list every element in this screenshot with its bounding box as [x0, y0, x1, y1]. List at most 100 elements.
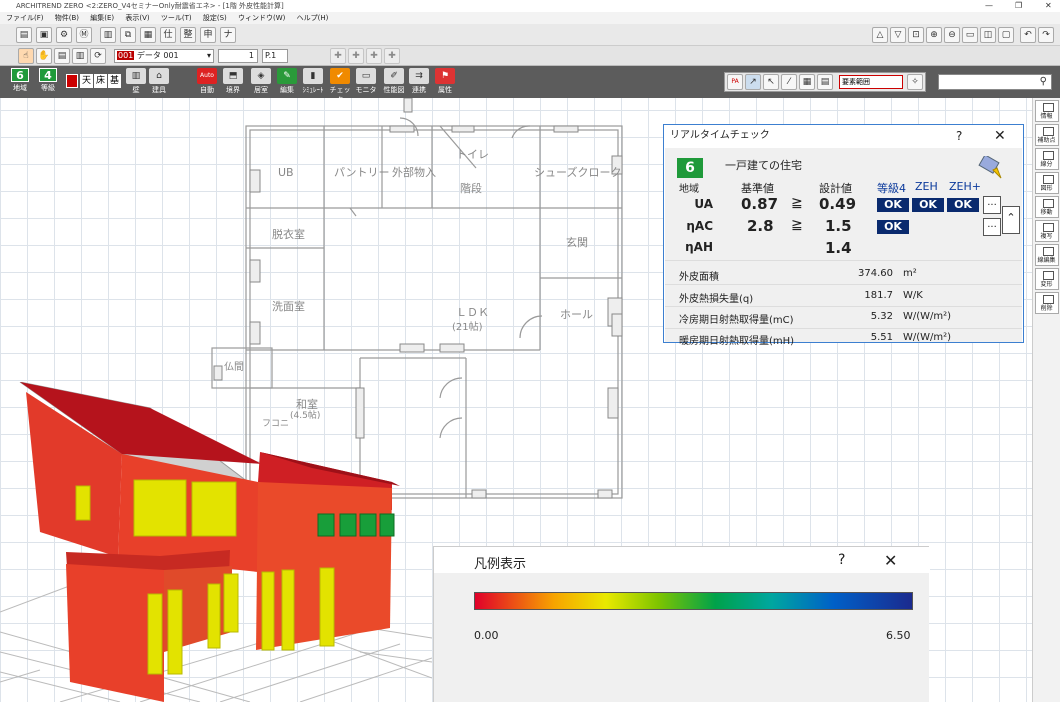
select-arrow-icon[interactable]: ↗ [745, 74, 761, 90]
room-button[interactable]: ◈ 居室 [250, 66, 272, 98]
pack-icon[interactable]: PA [727, 74, 743, 90]
sidebar-line-edit[interactable]: 線編集 [1034, 244, 1059, 266]
close-window-icon[interactable]: ✕ [1045, 0, 1052, 12]
print-icon[interactable]: ▥ [100, 27, 116, 43]
region-button[interactable]: 6 地域 [8, 66, 32, 98]
hand-icon[interactable]: ✋ [36, 48, 52, 64]
page-select[interactable]: P.1 [262, 49, 288, 63]
room-icon: ◈ [251, 68, 271, 84]
redo-icon[interactable]: ↷ [1038, 27, 1054, 43]
wall-button[interactable]: ▥ 壁 [126, 66, 146, 98]
layer2-icon[interactable]: ▥ [72, 48, 88, 64]
menu-tools[interactable]: ツール(T) [161, 14, 192, 22]
monitor-icon: ▭ [356, 68, 376, 84]
close-icon[interactable]: ✕ [994, 125, 1006, 147]
detail-heating-value: 5.51 [870, 332, 893, 343]
minimize-icon[interactable]: — [985, 0, 993, 12]
row-eta-ah-design: 1.4 [825, 239, 852, 257]
foundation-button[interactable]: 基 [108, 74, 121, 88]
edit-button[interactable]: ✎ 編集 [276, 66, 298, 98]
diagram-icon: ✐ [384, 68, 404, 84]
zoom-in-icon[interactable]: ⊕ [926, 27, 942, 43]
search-input[interactable]: ⚲ [938, 74, 1052, 90]
menu-window[interactable]: ウィンドウ(W) [238, 14, 285, 22]
cursor-icon[interactable]: ↖ [763, 74, 779, 90]
floor-button[interactable]: 床 [94, 74, 107, 88]
sidebar-delete[interactable]: 削除 [1034, 292, 1059, 314]
flag-icon[interactable] [66, 74, 78, 88]
zoom-window-icon[interactable]: ⊡ [908, 27, 924, 43]
check-button[interactable]: ✔チェック [328, 66, 352, 104]
window-title: ARCHITREND ZERO <2:ZERO_V4セミナーOnly耐震省エネ>… [16, 2, 284, 10]
paste-icon[interactable]: ▦ [140, 27, 156, 43]
sidebar-info[interactable]: 情報 [1034, 100, 1059, 122]
layer-icon[interactable]: ▤ [54, 48, 70, 64]
menu-file[interactable]: ファイル(F) [6, 14, 44, 22]
row-eta-ac-standard: 2.8 [747, 217, 774, 235]
command-toolbar: 6 地域 4 等級 天 床 基 ▥ 壁 ⌂ 建具 Auto 自動 ⬒ 境界 ◈ 居室 ✎ 編… [0, 66, 1060, 104]
pointer-icon[interactable]: ☝ [18, 48, 34, 64]
eta-ac-detail-button[interactable]: ... [983, 218, 1001, 236]
application-icon[interactable]: 申 [200, 27, 216, 43]
undo-icon[interactable]: ↶ [1020, 27, 1036, 43]
boundary-button[interactable]: ⬒ 境界 [222, 66, 244, 98]
fitting-button[interactable]: ⌂ 建具 [148, 66, 170, 98]
integration-icon[interactable]: 整 [180, 27, 196, 43]
legend-help-icon[interactable]: ? [838, 552, 845, 568]
attribute-button[interactable]: ⚑ 属性 [434, 66, 456, 98]
menu-edit[interactable]: 編集(E) [90, 14, 114, 22]
auto-button[interactable]: Auto 自動 [196, 66, 218, 98]
range-select[interactable]: 要素範囲 [839, 75, 903, 89]
room-label-butsuma: 仏間 [224, 361, 244, 373]
collapse-icon[interactable]: ⌃ [1002, 206, 1020, 234]
open-icon[interactable]: ▤ [16, 27, 32, 43]
save-icon[interactable]: ▣ [36, 27, 52, 43]
geq-symbol-2: ≧ [791, 217, 803, 233]
help-icon[interactable]: ? [956, 125, 962, 147]
copy-icon[interactable]: ⧉ [120, 27, 136, 43]
wand-icon[interactable]: ✧ [907, 74, 923, 90]
table-icon[interactable]: ▦ [799, 74, 815, 90]
layer-select[interactable]: 001 データ 001 ▾ [114, 49, 214, 63]
link-button[interactable]: ⇉ 連携 [408, 66, 430, 98]
page-icon[interactable]: ▤ [817, 74, 833, 90]
property-toolbar: ☝ ✋ ▤ ▥ ⟳ 001 データ 001 ▾ 1 P.1 ✚ ✚ ✚ ✚ [0, 46, 1060, 66]
model-icon[interactable]: Ⓜ [76, 27, 92, 43]
monitor-button[interactable]: ▭ モニタ [354, 66, 378, 98]
col-zehplus: ZEH+ [949, 180, 981, 193]
settings-icon[interactable]: ⚙ [56, 27, 72, 43]
snap-icon[interactable]: ✚ [330, 48, 346, 64]
menu-settings[interactable]: 設定(S) [203, 14, 227, 22]
sidebar-auxiliary-point[interactable]: 補助点 [1034, 124, 1059, 146]
sidebar-move[interactable]: 移動 [1034, 196, 1059, 218]
up-icon[interactable]: △ [872, 27, 888, 43]
view-icon[interactable]: ▢ [998, 27, 1014, 43]
simulate-button[interactable]: ▮ ｼﾐｭﾚｰﾄ [300, 66, 326, 98]
restore-icon[interactable]: ❐ [1015, 0, 1022, 12]
legend-close-icon[interactable]: ✕ [884, 551, 897, 570]
pencil-icon[interactable] [977, 154, 1005, 180]
snap2-icon[interactable]: ✚ [348, 48, 364, 64]
sync-icon[interactable]: ⟳ [90, 48, 106, 64]
ua-detail-button[interactable]: ... [983, 196, 1001, 214]
menu-help[interactable]: ヘルプ(H) [297, 14, 329, 22]
tile-icon[interactable]: ◫ [980, 27, 996, 43]
sidebar-shape[interactable]: 図形 [1034, 172, 1059, 194]
sidebar-line[interactable]: 線分 [1034, 148, 1059, 170]
fit-icon[interactable]: ▭ [962, 27, 978, 43]
ceiling-button[interactable]: 天 [80, 74, 93, 88]
snap4-icon[interactable]: ✚ [384, 48, 400, 64]
down-icon[interactable]: ▽ [890, 27, 906, 43]
spec-icon[interactable]: 仕 [160, 27, 176, 43]
zoom-out-icon[interactable]: ⊖ [944, 27, 960, 43]
sidebar-transform[interactable]: 変形 [1034, 268, 1059, 290]
sidebar-copy[interactable]: 複写 [1034, 220, 1059, 242]
navi-icon[interactable]: ナ [220, 27, 236, 43]
line-width-select[interactable]: 1 [218, 49, 258, 63]
pick-icon[interactable]: ⁄ [781, 74, 797, 90]
performance-diagram-button[interactable]: ✐ 性能図 [382, 66, 406, 98]
grade-button[interactable]: 4 等級 [36, 66, 60, 98]
snap3-icon[interactable]: ✚ [366, 48, 382, 64]
menu-view[interactable]: 表示(V) [125, 14, 149, 22]
menu-property[interactable]: 物件(B) [55, 14, 79, 22]
